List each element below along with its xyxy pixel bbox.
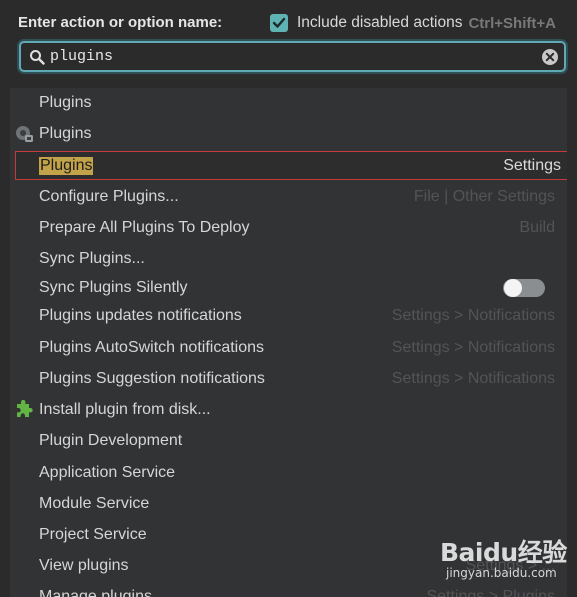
item-label: Sync Plugins... bbox=[39, 249, 145, 267]
scrollbar[interactable] bbox=[567, 88, 577, 597]
item-label: Install plugin from disk... bbox=[39, 400, 211, 418]
item-hint: Settings > Notifications bbox=[391, 338, 555, 356]
list-item[interactable]: Sync Plugins... bbox=[10, 244, 567, 273]
item-hint: Build bbox=[519, 218, 555, 236]
list-item[interactable]: Plugins bbox=[10, 88, 567, 117]
list-item[interactable]: Manage plugins Settings > Plugins bbox=[10, 582, 567, 597]
list-item[interactable]: Configure Plugins... File | Other Settin… bbox=[10, 182, 567, 211]
puzzle-piece-icon bbox=[14, 400, 34, 420]
item-hint: Settings > Notifications bbox=[391, 306, 555, 324]
item-label: Prepare All Plugins To Deploy bbox=[39, 218, 250, 236]
item-label: Configure Plugins... bbox=[39, 187, 179, 205]
item-label: Plugins updates notifications bbox=[39, 306, 242, 324]
list-item[interactable]: Module Service bbox=[10, 489, 567, 518]
find-action-popup: Enter action or option name: Include dis… bbox=[0, 0, 577, 597]
list-item[interactable]: Application Service bbox=[10, 458, 567, 487]
include-disabled-label: Include disabled actions bbox=[297, 14, 463, 31]
item-label: Module Service bbox=[39, 494, 150, 512]
results-list: Plugins Plugins Plugins Settings Configu… bbox=[10, 88, 568, 597]
search-input[interactable] bbox=[46, 44, 541, 69]
item-hint: File | Other Settings bbox=[413, 187, 555, 205]
item-label: Plugins AutoSwitch notifications bbox=[39, 338, 265, 356]
item-label: Manage plugins bbox=[39, 587, 152, 597]
gear-plugin-icon bbox=[14, 124, 34, 144]
item-hint: Settings > Plugins bbox=[426, 587, 555, 597]
item-label: Project Service bbox=[39, 525, 147, 543]
list-item-selected[interactable]: Plugins Settings bbox=[15, 151, 568, 180]
list-item[interactable]: Plugin Development bbox=[10, 426, 567, 455]
sync-plugins-silently-toggle[interactable] bbox=[503, 278, 545, 297]
list-item[interactable]: Sync Plugins Silently bbox=[10, 273, 567, 302]
item-hint: Settings > ... bbox=[465, 556, 555, 574]
item-label: Sync Plugins Silently bbox=[39, 278, 188, 296]
item-hint: Settings bbox=[503, 156, 561, 174]
item-hint: Settings > Notifications bbox=[391, 369, 555, 387]
item-label: Application Service bbox=[39, 463, 176, 481]
item-label: Plugin Development bbox=[39, 431, 183, 449]
action-name-label: Enter action or option name: bbox=[18, 14, 223, 31]
toggle-knob bbox=[504, 278, 522, 297]
include-disabled-checkbox-row[interactable]: Include disabled actions Ctrl+Shift+A bbox=[270, 12, 556, 34]
checkmark-icon bbox=[272, 17, 286, 28]
list-item[interactable]: Plugins bbox=[10, 119, 567, 148]
list-item[interactable]: Plugins updates notifications Settings >… bbox=[10, 301, 567, 330]
item-label: Plugins bbox=[39, 124, 92, 142]
item-label: Plugins Suggestion notifications bbox=[39, 369, 265, 387]
popup-header: Enter action or option name: Include dis… bbox=[0, 0, 577, 88]
item-label: View plugins bbox=[39, 556, 129, 574]
search-icon bbox=[28, 48, 46, 66]
include-disabled-checkbox[interactable] bbox=[270, 14, 288, 32]
list-item[interactable]: Install plugin from disk... bbox=[10, 395, 567, 424]
item-label: Plugins bbox=[39, 156, 94, 175]
list-item[interactable]: Plugins AutoSwitch notifications Setting… bbox=[10, 333, 567, 362]
list-item[interactable]: View plugins Settings > ... bbox=[10, 551, 567, 580]
clear-icon[interactable] bbox=[541, 48, 559, 66]
list-item[interactable]: Project Service bbox=[10, 520, 567, 549]
item-label: Plugins bbox=[39, 93, 92, 111]
list-item[interactable]: Plugins Suggestion notifications Setting… bbox=[10, 364, 567, 393]
include-disabled-shortcut: Ctrl+Shift+A bbox=[468, 14, 556, 32]
list-item[interactable]: Prepare All Plugins To Deploy Build bbox=[10, 213, 567, 242]
search-box[interactable] bbox=[19, 41, 566, 72]
